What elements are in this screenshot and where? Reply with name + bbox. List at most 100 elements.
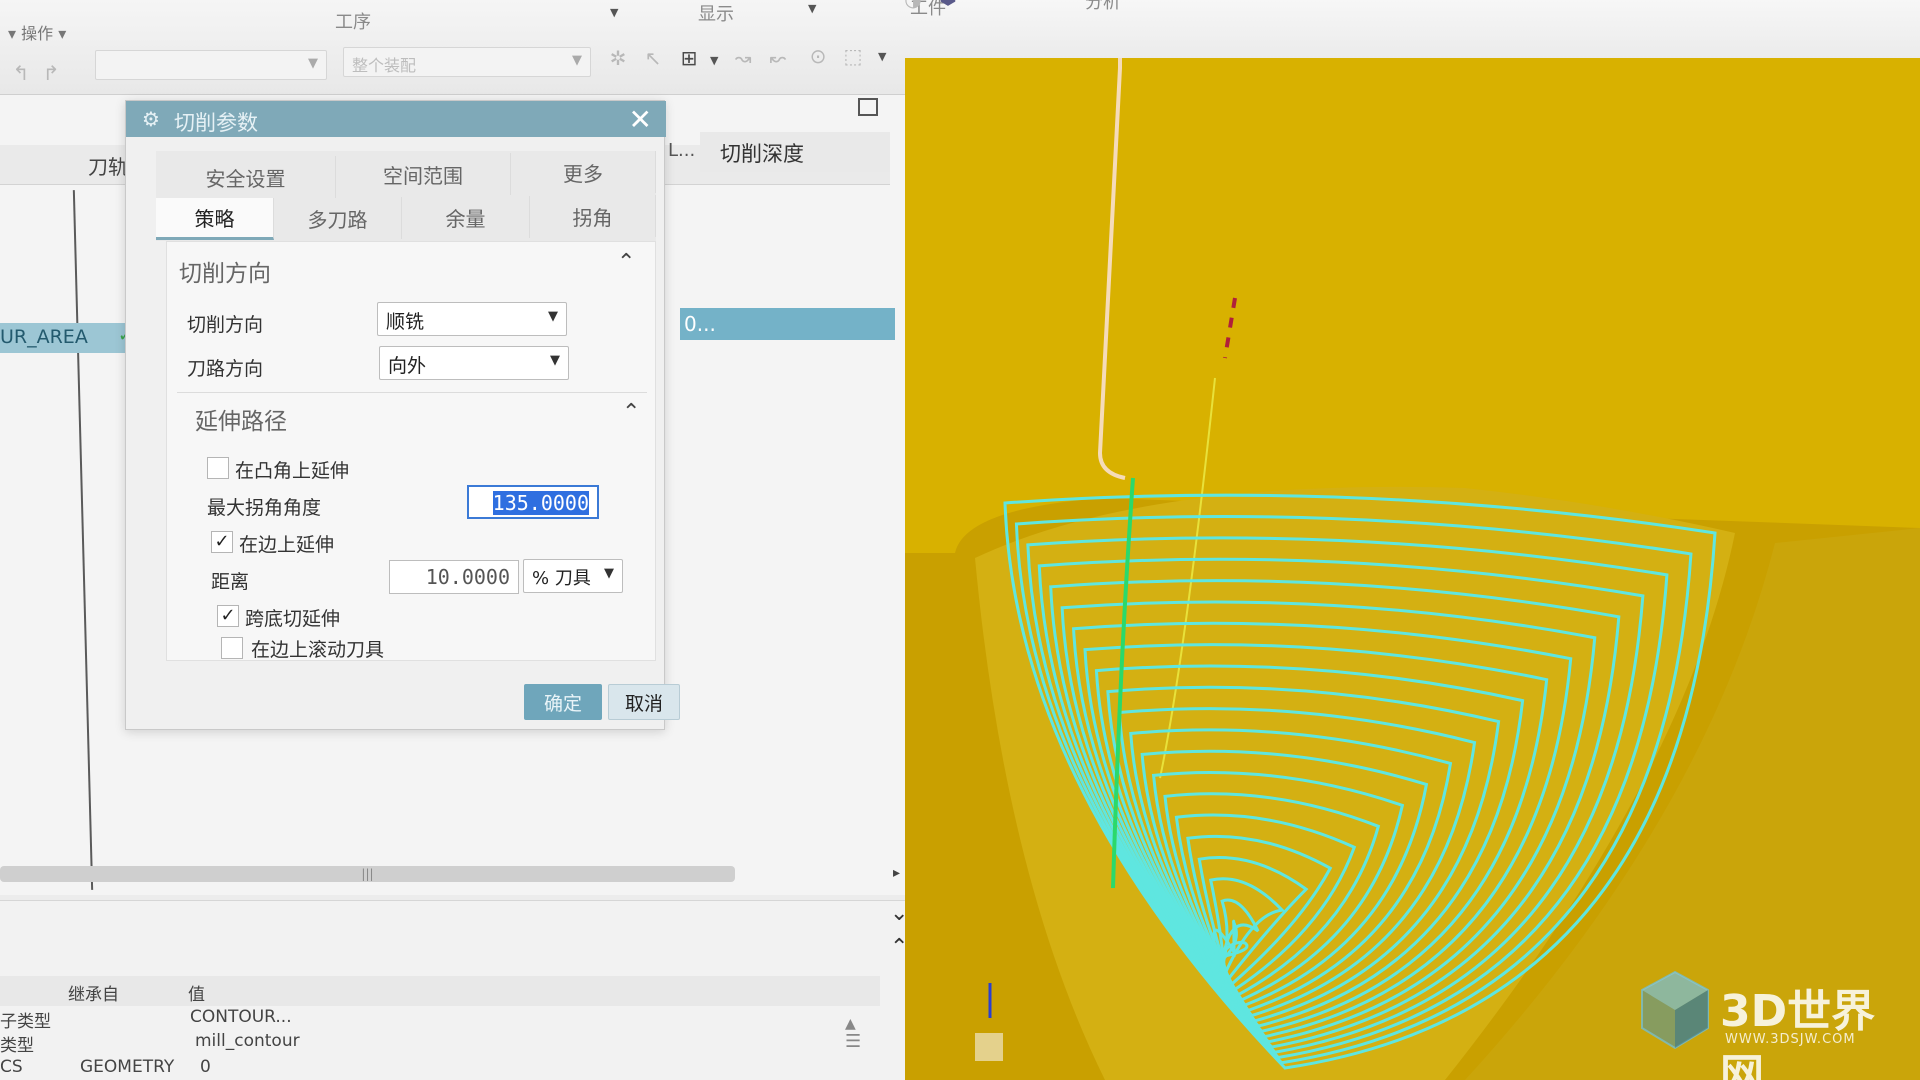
- tab-label: 安全设置: [205, 166, 286, 191]
- details-row-inherit: GEOMETRY: [80, 1057, 175, 1077]
- tab-stock[interactable]: 余量: [402, 196, 530, 238]
- dialog-title-bar[interactable]: ⚙ 切削参数 ✕: [126, 101, 666, 137]
- operations-menu-label: 操作: [21, 24, 54, 43]
- chevron-down-icon: ▼: [604, 566, 614, 581]
- maximize-icon[interactable]: [858, 98, 878, 116]
- watermark-brand: 3D世界网: [1720, 986, 1876, 1080]
- cut-direction-select[interactable]: 顺铣 ▼: [377, 302, 567, 336]
- chevron-down-icon: ▼: [550, 353, 560, 368]
- extend-convex-checkbox[interactable]: [207, 457, 229, 479]
- extend-edge-label: 在边上延伸: [239, 534, 335, 556]
- gear-icon: ⚙: [142, 107, 160, 131]
- watermark-url: WWW.3DSJW.COM: [1725, 1032, 1856, 1047]
- tab-label: 更多: [563, 161, 603, 186]
- list-icon[interactable]: ☰: [845, 1031, 861, 1052]
- depth-column-header[interactable]: L... 切削深度: [668, 132, 890, 172]
- pick-icon[interactable]: ↖: [640, 45, 666, 71]
- scroll-up-arrow[interactable]: ▲: [845, 1016, 856, 1032]
- details-header: 继承自 值: [0, 976, 880, 1006]
- tab-strategy[interactable]: 策略: [156, 198, 274, 240]
- details-row-value: 0: [200, 1057, 211, 1077]
- cube-icon[interactable]: ⬢: [935, 0, 961, 10]
- roll-tool-edge-checkbox[interactable]: [221, 637, 243, 659]
- snap-icon[interactable]: ✲: [605, 45, 631, 71]
- curve2-icon[interactable]: ↜: [765, 45, 791, 71]
- analysis-group-label: 分析: [1085, 0, 1121, 13]
- display-group-caret[interactable]: ▼: [808, 2, 816, 15]
- details-row-name: 子类型: [0, 1012, 51, 1032]
- tab-safety-settings[interactable]: 安全设置: [156, 156, 336, 198]
- dialog-body: 切削方向 ⌃ 切削方向 顺铣 ▼ 刀路方向 向外 ▼ 延伸路径 ⌃ 在凸角上延伸…: [166, 241, 656, 661]
- select-box-icon[interactable]: ⊞: [676, 45, 702, 71]
- path-direction-label: 刀路方向: [187, 358, 264, 380]
- ok-button[interactable]: 确定: [524, 684, 602, 720]
- section-cut-direction[interactable]: 切削方向: [179, 254, 271, 288]
- scrollbar-thumb[interactable]: |||: [0, 866, 735, 882]
- tab-more[interactable]: 更多: [511, 151, 656, 193]
- max-corner-angle-value: 135.0000: [492, 491, 589, 515]
- 3d-cube-logo-icon: [1641, 970, 1709, 1050]
- extend-across-bottom-label: 跨底切延伸: [245, 608, 341, 630]
- divider: [177, 392, 647, 393]
- details-row-value: mill_contour: [195, 1031, 300, 1051]
- curve-icon[interactable]: ↝: [730, 45, 756, 71]
- cut-parameters-dialog: ⚙ 切削参数 ✕ 安全设置 空间范围 更多 策略 多刀路 余量 拐角 切削方向 …: [125, 100, 680, 730]
- tab-label: 拐角: [572, 205, 613, 230]
- point-icon[interactable]: ⊙: [805, 43, 831, 69]
- tab-multiple-passes[interactable]: 多刀路: [274, 197, 402, 239]
- fit-view-icon[interactable]: ⊡: [995, 0, 1021, 4]
- chevron-up-icon[interactable]: ⌃: [622, 400, 640, 425]
- distance-input[interactable]: 10.0000: [389, 560, 519, 594]
- tree-row-label: UR_AREA: [0, 326, 88, 348]
- chevron-down-icon: ▼: [308, 56, 318, 71]
- extend-across-bottom-checkbox[interactable]: ✓: [217, 605, 239, 627]
- distance-unit-select[interactable]: % 刀具 ▼: [523, 559, 623, 593]
- chevron-up-icon[interactable]: ⌃: [617, 250, 635, 275]
- inherit-column-header: 继承自: [68, 985, 119, 1005]
- distance-label: 距离: [211, 571, 250, 593]
- ribbon-toolbar-right: 工件 分析 ◑ ⬢ ⊡ ▣ ⟳ ▦ ▼ ◈ ▼ ⬛ ▼ ⇶ ▼: [904, 0, 1920, 58]
- tree-row-right-value: 0...: [684, 312, 716, 336]
- extend-edge-checkbox[interactable]: ✓: [211, 531, 233, 553]
- extend-convex-label: 在凸角上延伸: [235, 460, 350, 482]
- toolpath-column-header[interactable]: 刀轨: [88, 151, 128, 180]
- tab-corners[interactable]: 拐角: [530, 195, 656, 237]
- display-group-label: 显示: [698, 4, 734, 25]
- select-box-caret[interactable]: ▼: [710, 54, 718, 67]
- cancel-button-label: 取消: [624, 692, 663, 715]
- cancel-button[interactable]: 取消: [608, 684, 680, 720]
- path-direction-select[interactable]: 向外 ▼: [379, 346, 569, 380]
- marquee-icon[interactable]: ⬚: [840, 43, 866, 69]
- section-extend-path[interactable]: 延伸路径: [195, 402, 287, 436]
- graphics-viewport[interactable]: 3D世界网 WWW.3DSJW.COM: [905, 58, 1920, 1080]
- prev-icon[interactable]: ↰: [8, 60, 34, 86]
- next-icon[interactable]: ↱: [38, 60, 64, 86]
- ellipsis-column-header[interactable]: L...: [668, 140, 695, 161]
- distance-unit-value: % 刀具: [532, 568, 591, 589]
- zoom-window-icon[interactable]: ▣: [1030, 0, 1056, 2]
- roll-tool-edge-label: 在边上滚动刀具: [251, 639, 385, 661]
- cut-direction-value: 顺铣: [386, 311, 425, 333]
- scroll-right-arrow[interactable]: ▸: [893, 865, 900, 881]
- tab-label: 空间范围: [383, 163, 463, 188]
- filter-combo[interactable]: ▼: [95, 50, 327, 80]
- max-corner-angle-input[interactable]: 135.0000: [467, 485, 599, 519]
- watermark: 3D世界网 WWW.3DSJW.COM: [1640, 970, 1900, 1080]
- chevron-down-icon: ▼: [572, 53, 582, 68]
- toolpath-scene: [905, 58, 1920, 1080]
- shade-icon[interactable]: ◑: [900, 0, 926, 12]
- chevron-down-icon: ▼: [548, 309, 558, 324]
- marquee-caret[interactable]: ▼: [878, 50, 886, 63]
- tree-row-selected-right[interactable]: 0...: [680, 308, 895, 340]
- process-group-label: 工序: [335, 12, 371, 33]
- tree-line: [72, 190, 94, 890]
- value-column-header: 值: [188, 985, 205, 1005]
- tab-spatial-range[interactable]: 空间范围: [336, 153, 511, 195]
- process-group-caret[interactable]: ▼: [610, 6, 618, 19]
- close-icon[interactable]: ✕: [629, 103, 652, 136]
- assembly-combo[interactable]: 整个装配 ▼: [343, 47, 591, 77]
- details-row-name: CS: [0, 1057, 23, 1077]
- operations-menu[interactable]: ▾ 操作 ▾: [8, 20, 66, 44]
- max-corner-angle-label: 最大拐角角度: [207, 497, 322, 519]
- dialog-title: 切削参数: [174, 111, 258, 135]
